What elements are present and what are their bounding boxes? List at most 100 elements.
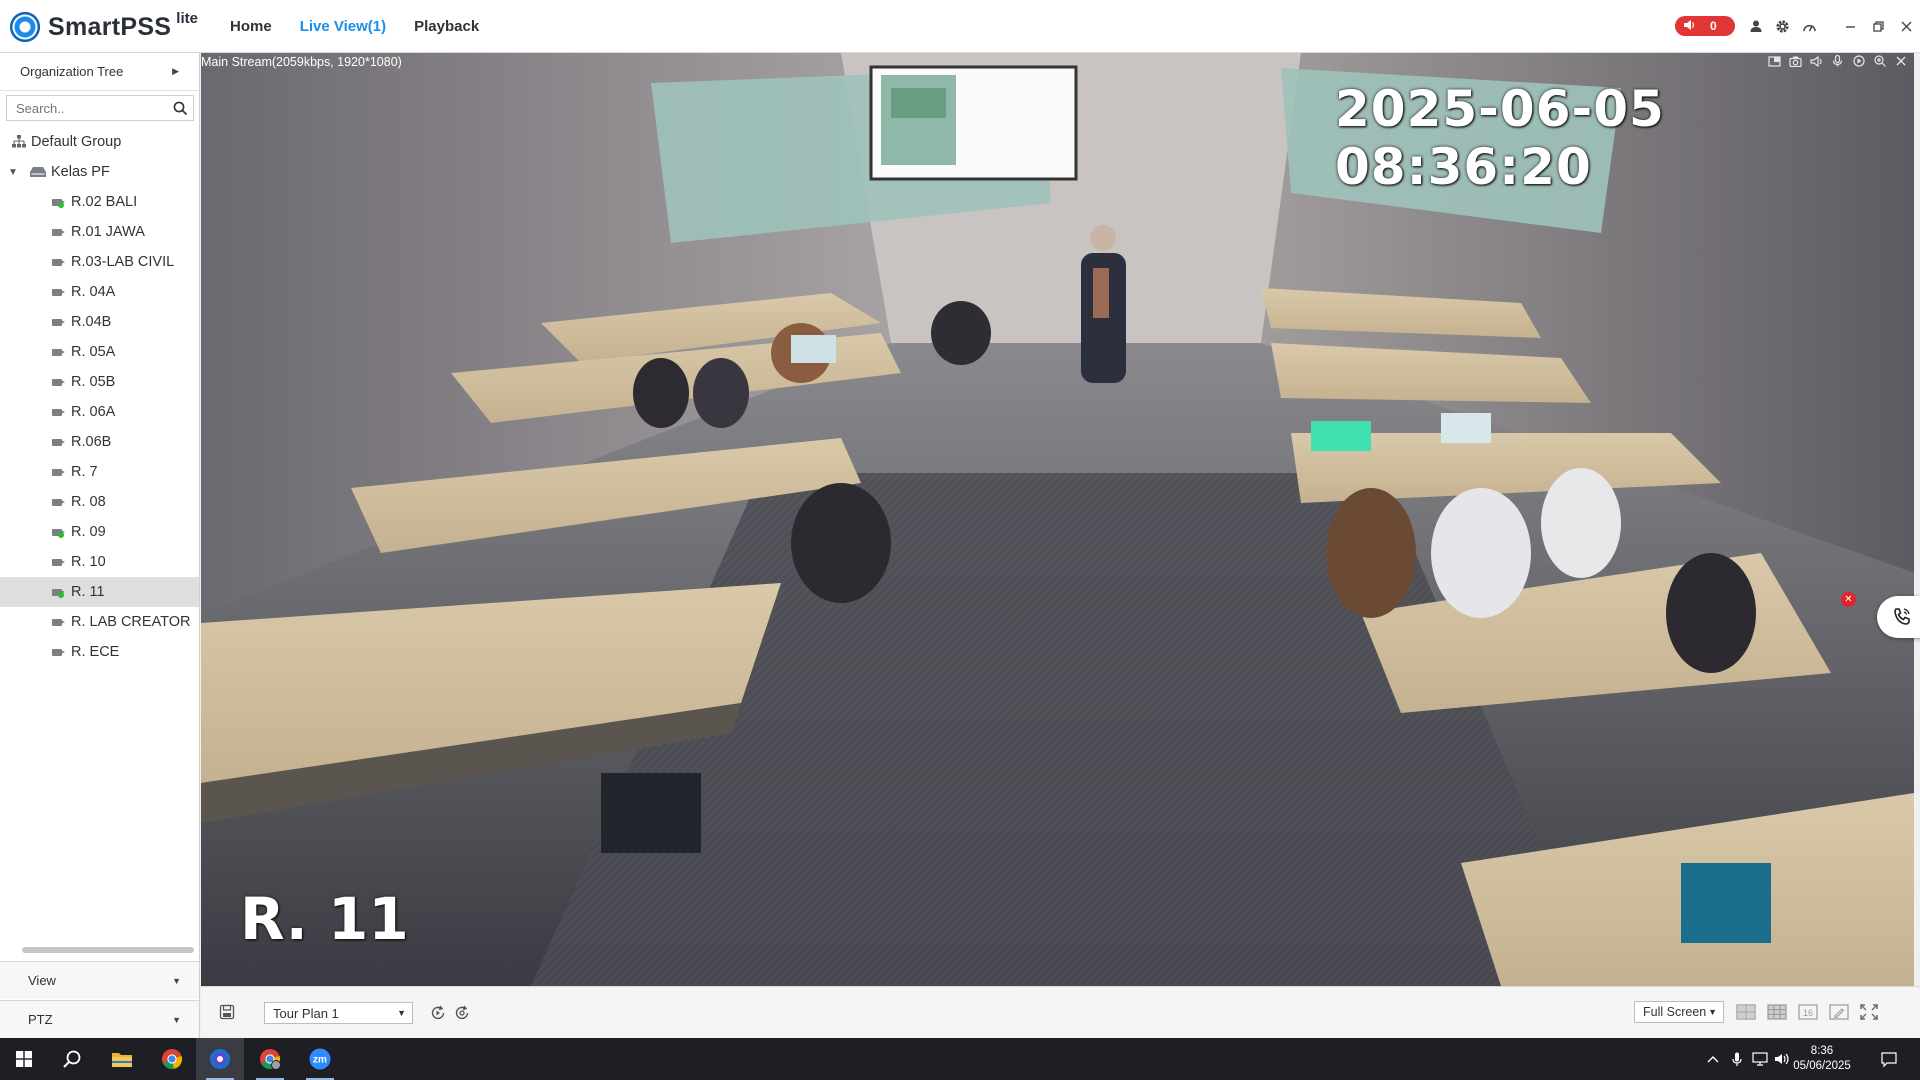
- smartpss-logo-icon: [10, 12, 40, 42]
- search-input[interactable]: [7, 97, 167, 119]
- nav-home[interactable]: Home: [216, 18, 286, 35]
- camera-icon: [52, 528, 66, 538]
- tree-device-label: R. 05A: [71, 344, 116, 360]
- tree-group-kelas-pf[interactable]: ▼ Kelas PF: [0, 157, 199, 187]
- layout-9-icon[interactable]: [1767, 1004, 1787, 1020]
- tree-device-item[interactable]: R.06B: [0, 427, 199, 457]
- tree-default-group[interactable]: Default Group: [0, 127, 199, 157]
- header-tools: [1742, 14, 1823, 38]
- organization-tree-label: Organization Tree: [20, 64, 124, 79]
- caret-down-icon[interactable]: ▼: [8, 167, 20, 178]
- tree-default-group-label: Default Group: [31, 134, 122, 150]
- view-label: View: [28, 973, 56, 988]
- stream-info: Main Stream(2059kbps, 1920*1080): [201, 55, 402, 69]
- custom-layout-icon[interactable]: [1829, 1004, 1849, 1020]
- tray-microphone-icon[interactable]: [1728, 1038, 1746, 1080]
- tree-device-item[interactable]: R. LAB CREATOR: [0, 607, 199, 637]
- camera-icon: [52, 408, 66, 417]
- tree-device-item[interactable]: R.01 JAWA: [0, 217, 199, 247]
- tree-device-item[interactable]: R.02 BALI: [0, 187, 199, 217]
- camera-icon: [52, 588, 66, 598]
- save-view-icon[interactable]: [219, 1004, 235, 1020]
- tree-horizontal-scrollbar[interactable]: [22, 947, 194, 953]
- video-toolbar: [1764, 52, 1911, 70]
- microphone-icon[interactable]: [1827, 52, 1848, 70]
- tree-device-item[interactable]: R.04B: [0, 307, 199, 337]
- close-button[interactable]: [1892, 14, 1920, 38]
- tree-device-item[interactable]: R. ECE: [0, 637, 199, 667]
- audio-icon[interactable]: [1806, 52, 1827, 70]
- chrome-profile-icon[interactable]: [246, 1038, 294, 1080]
- camera-icon: [52, 468, 66, 477]
- chevron-down-icon: ▼: [397, 1008, 406, 1018]
- tree-device-label: R. 09: [71, 524, 106, 540]
- app-header: SmartPSS lite Home Live View(1) Playback…: [0, 0, 1920, 53]
- tree-device-label: R. 7: [71, 464, 98, 480]
- taskbar-search-icon[interactable]: [48, 1038, 96, 1080]
- organization-icon: [12, 135, 26, 149]
- intercom-call-button[interactable]: [1877, 596, 1920, 638]
- search-icon[interactable]: [167, 96, 193, 120]
- nav-live-view[interactable]: Live View(1): [286, 18, 400, 35]
- minimize-button[interactable]: [1836, 14, 1864, 38]
- speaker-icon: [1683, 19, 1696, 34]
- digital-zoom-icon[interactable]: [1869, 52, 1890, 70]
- camera-icon: [52, 438, 66, 447]
- call-widget-close-icon[interactable]: ✕: [1841, 592, 1856, 607]
- user-icon[interactable]: [1742, 14, 1769, 38]
- tree-device-item[interactable]: R. 06A: [0, 397, 199, 427]
- close-video-icon[interactable]: [1890, 52, 1911, 70]
- notification-center-icon[interactable]: [1874, 1038, 1904, 1080]
- organization-tree-header[interactable]: Organization Tree ▶: [0, 53, 199, 91]
- tree-device-item[interactable]: R.03-LAB CIVIL: [0, 247, 199, 277]
- tree-device-label: R. 04A: [71, 284, 116, 300]
- gear-icon[interactable]: [1769, 14, 1796, 38]
- tree-device-item[interactable]: R. 08: [0, 487, 199, 517]
- tree-device-item[interactable]: R. 11: [0, 577, 199, 607]
- full-screen-icon[interactable]: [1860, 1004, 1880, 1020]
- tree-device-item[interactable]: R. 10: [0, 547, 199, 577]
- device-search: [6, 95, 194, 121]
- tour-start-icon[interactable]: [429, 1004, 447, 1022]
- stream-switch-icon[interactable]: [1764, 52, 1785, 70]
- chevron-down-icon: ▼: [172, 1014, 181, 1025]
- restore-button[interactable]: [1864, 14, 1892, 38]
- full-screen-select[interactable]: Full Screen ▼: [1634, 1001, 1724, 1023]
- main-nav: Home Live View(1) Playback: [216, 0, 493, 53]
- layout-16-icon[interactable]: 16: [1798, 1004, 1818, 1020]
- tree-device-item[interactable]: R. 7: [0, 457, 199, 487]
- tour-settings-icon[interactable]: [453, 1004, 471, 1022]
- ptz-panel-toggle[interactable]: PTZ ▼: [0, 1000, 199, 1038]
- snapshot-icon[interactable]: [1785, 52, 1806, 70]
- layout-4-icon[interactable]: [1736, 1004, 1756, 1020]
- windows-start-icon[interactable]: [0, 1038, 48, 1080]
- osd-timestamp: 2025-06-05 08:36:20: [1335, 80, 1665, 196]
- tree-device-label: R. 11: [71, 584, 105, 600]
- tree-device-item[interactable]: R. 05A: [0, 337, 199, 367]
- tree-device-item[interactable]: R. 04A: [0, 277, 199, 307]
- alarm-button[interactable]: 0: [1675, 16, 1735, 36]
- device-tree: Default Group ▼ Kelas PF R.02 BALI R.01 J…: [0, 127, 199, 667]
- caret-right-icon: ▶: [172, 66, 179, 76]
- tree-device-label: R. 06A: [71, 404, 116, 420]
- record-icon[interactable]: [1848, 52, 1869, 70]
- tree-device-label: R. LAB CREATOR: [71, 614, 191, 630]
- tour-plan-select[interactable]: Tour Plan 1 ▼: [264, 1002, 413, 1024]
- tray-overflow-chevron-icon[interactable]: [1704, 1038, 1722, 1080]
- tree-device-item[interactable]: R. 05B: [0, 367, 199, 397]
- smartpss-taskbar-icon[interactable]: [196, 1038, 244, 1080]
- performance-gauge-icon[interactable]: [1796, 14, 1823, 38]
- file-explorer-icon[interactable]: [98, 1038, 146, 1080]
- camera-icon: [52, 228, 66, 237]
- live-view-toolbar: Tour Plan 1 ▼ Full Screen ▼ 16: [201, 986, 1920, 1038]
- nav-playback[interactable]: Playback: [400, 18, 493, 35]
- taskbar-clock[interactable]: 8:36 05/06/2025: [1786, 1044, 1858, 1074]
- chrome-icon[interactable]: [148, 1038, 196, 1080]
- tray-network-icon[interactable]: [1750, 1038, 1770, 1080]
- zoom-icon[interactable]: zm: [296, 1038, 344, 1080]
- camera-icon: [52, 378, 66, 387]
- device-list: R.02 BALI R.01 JAWA R.03-LAB CIVIL R. 04A R.…: [0, 187, 199, 667]
- view-panel-toggle[interactable]: View ▼: [0, 961, 199, 999]
- window-controls: [1836, 14, 1920, 38]
- tree-device-item[interactable]: R. 09: [0, 517, 199, 547]
